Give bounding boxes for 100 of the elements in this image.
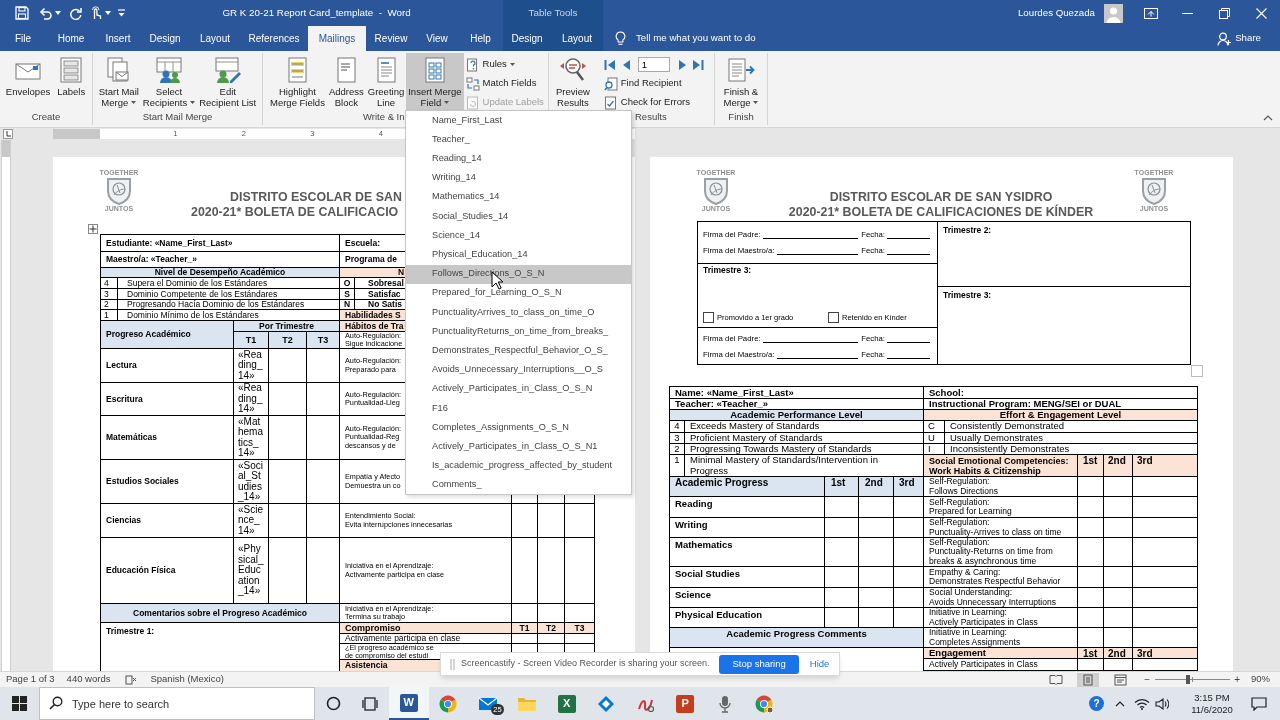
checkbox[interactable] [703, 311, 714, 323]
ring-icon[interactable] [325, 696, 341, 711]
menu-item[interactable]: PunctualityArrives_to_class_on_time_O [406, 302, 631, 323]
minimize-icon[interactable] [1182, 11, 1193, 15]
start-icon[interactable] [11, 696, 27, 711]
hand-icon[interactable] [90, 6, 102, 20]
menu-item[interactable]: Demonstrates_Respectful_Behavior_O_S_ [406, 341, 631, 361]
ribbon-button[interactable]: Match Fields [465, 74, 547, 93]
tab-stop-icon[interactable] [3, 129, 13, 139]
zoom-slider[interactable] [1155, 675, 1231, 684]
menu-item[interactable]: Comments_ [406, 475, 631, 495]
checkbox[interactable] [828, 311, 839, 323]
ribbon-tab[interactable]: Design [140, 26, 190, 51]
close-icon[interactable] [1256, 7, 1267, 19]
speech-bubble-icon[interactable] [1251, 696, 1267, 711]
ribbon-button[interactable]: Finish & Merge [721, 53, 761, 110]
menu-item[interactable]: Follows_Directions_O_S_N [406, 264, 631, 284]
taskbar-button[interactable]: W [389, 687, 429, 720]
skill-text: Activamente participa en clase [345, 634, 461, 643]
ribbon-tab[interactable]: Layout [551, 26, 603, 51]
view-button[interactable] [1077, 672, 1100, 687]
shield-icon [106, 177, 132, 205]
ribbon-button[interactable]: Highlight Merge Fields [268, 53, 327, 110]
wifi-icon[interactable] [1134, 697, 1150, 710]
lightbulb-icon[interactable] [615, 31, 626, 46]
stop-sharing-button[interactable]: Stop sharing [719, 654, 799, 674]
caret-icon[interactable] [105, 11, 111, 15]
ribbon-button[interactable]: Check for Errors [603, 93, 704, 112]
plus-box-icon[interactable] [88, 224, 98, 234]
ribbon-button[interactable]: Greeting Line [365, 53, 407, 110]
menu-item[interactable]: Teacher_ [406, 130, 631, 150]
menu-item[interactable]: F16 [406, 398, 631, 418]
ribbon-tab[interactable]: Home [46, 26, 96, 51]
first-record-icon[interactable] [603, 58, 616, 71]
menu-item[interactable]: Mathematics_14 [406, 187, 631, 207]
share-button[interactable]: Share [1217, 26, 1280, 51]
undo-icon[interactable] [38, 6, 52, 20]
info-label: Teacher: «Teacher_» [675, 399, 769, 409]
column-heading: T1 [245, 335, 257, 345]
level-description: Inconsistently Demonstrates [950, 444, 1070, 455]
ribbon-button[interactable]: Find Recipient [603, 74, 704, 93]
taskbar-button[interactable]: X [547, 687, 587, 720]
save-icon[interactable] [15, 6, 29, 20]
search-field[interactable]: Type here to search [39, 687, 315, 720]
ribbon-button[interactable]: Start Mail Merge [96, 53, 141, 110]
hide-link[interactable]: Hide [809, 656, 830, 672]
ribbon-tab[interactable]: Insert [96, 26, 140, 51]
ribbon-button[interactable]: Preview Results [554, 53, 592, 110]
customize-icon[interactable] [117, 9, 126, 17]
taskbar-button[interactable]: P [665, 687, 705, 720]
menu-item[interactable]: Completes_Assignments_O_S_N [406, 418, 631, 438]
ribbon-tab[interactable]: Mailings [308, 26, 366, 51]
menu-item[interactable]: Writing_14 [406, 168, 631, 188]
menu-item[interactable]: PunctualityReturns_on_time_from_breaks_ [406, 322, 631, 342]
ribbon-tab[interactable]: References [240, 26, 308, 51]
help-icon[interactable]: ? [1089, 696, 1104, 711]
drag-handle-icon[interactable] [450, 658, 455, 670]
menu-item[interactable]: Name_First_Last [406, 111, 631, 131]
ribbon-button[interactable]: Labels [54, 53, 89, 110]
repeat-icon[interactable] [69, 6, 82, 20]
ribbon-button[interactable]: Envelopes [3, 53, 53, 110]
menu-item[interactable]: Actively_Participates_in_Class_O_S_N [406, 379, 631, 399]
caret-up-icon[interactable] [1263, 115, 1273, 121]
task-view-icon[interactable] [362, 696, 378, 711]
record-field[interactable]: 1 [637, 57, 670, 72]
ribbon-tab[interactable]: Review [366, 26, 416, 51]
document-x-icon[interactable] [125, 673, 138, 686]
ribbon-button[interactable]: Insert Merge Field [406, 53, 464, 110]
tell-me-box[interactable]: Tell me what you want to do [636, 31, 756, 46]
speaker-icon[interactable] [1155, 697, 1169, 710]
ribbon-tab[interactable]: Design [503, 26, 551, 51]
zoom-out-button[interactable]: − [1144, 674, 1151, 685]
menu-item[interactable]: Reading_14 [406, 149, 631, 169]
square-handle-icon[interactable] [1191, 365, 1203, 377]
menu-item[interactable]: Social_Studies_14 [406, 206, 631, 227]
menu-item[interactable]: Physical_Education_14 [406, 245, 631, 265]
ribbon-tab[interactable]: Layout [190, 26, 240, 51]
zoom-level-text[interactable]: 90% [1251, 672, 1270, 687]
ribbon-tab[interactable]: File [0, 26, 46, 51]
last-record-icon[interactable] [691, 58, 704, 71]
box-arrow-up-icon[interactable] [1143, 7, 1158, 19]
avatar-icon[interactable] [1104, 3, 1123, 23]
ribbon-button[interactable]: Address Block [326, 53, 366, 110]
caret-up-icon[interactable] [1115, 700, 1125, 707]
ribbon-tab[interactable]: Help [458, 26, 503, 51]
level-description: Exceeds Mastery of Standards [690, 421, 820, 432]
restore-icon[interactable] [1219, 7, 1230, 19]
menu-item[interactable]: Science_14 [406, 226, 631, 246]
zoom-in-button[interactable]: + [1234, 674, 1240, 685]
slider-thumb[interactable] [1186, 675, 1191, 684]
info-label: Escuela: [344, 236, 380, 250]
caret-icon[interactable] [55, 11, 61, 15]
ribbon-button[interactable]: Rules [465, 55, 547, 74]
ribbon-button[interactable]: Edit Recipient List [197, 53, 259, 110]
menu-item[interactable]: Actively_Participates_in_Class_O_S_N1 [406, 437, 631, 457]
ribbon-tab[interactable]: View [416, 26, 458, 51]
ribbon-button[interactable]: Select Recipients [140, 53, 198, 110]
menu-item[interactable]: Is_academic_progress_affected_by_student [406, 456, 631, 476]
menu-item[interactable]: Avoids_Unnecessary_Interruptions__O_S [406, 360, 631, 380]
menu-item[interactable]: Prepared_for_Learning_O_S_N [406, 283, 631, 303]
